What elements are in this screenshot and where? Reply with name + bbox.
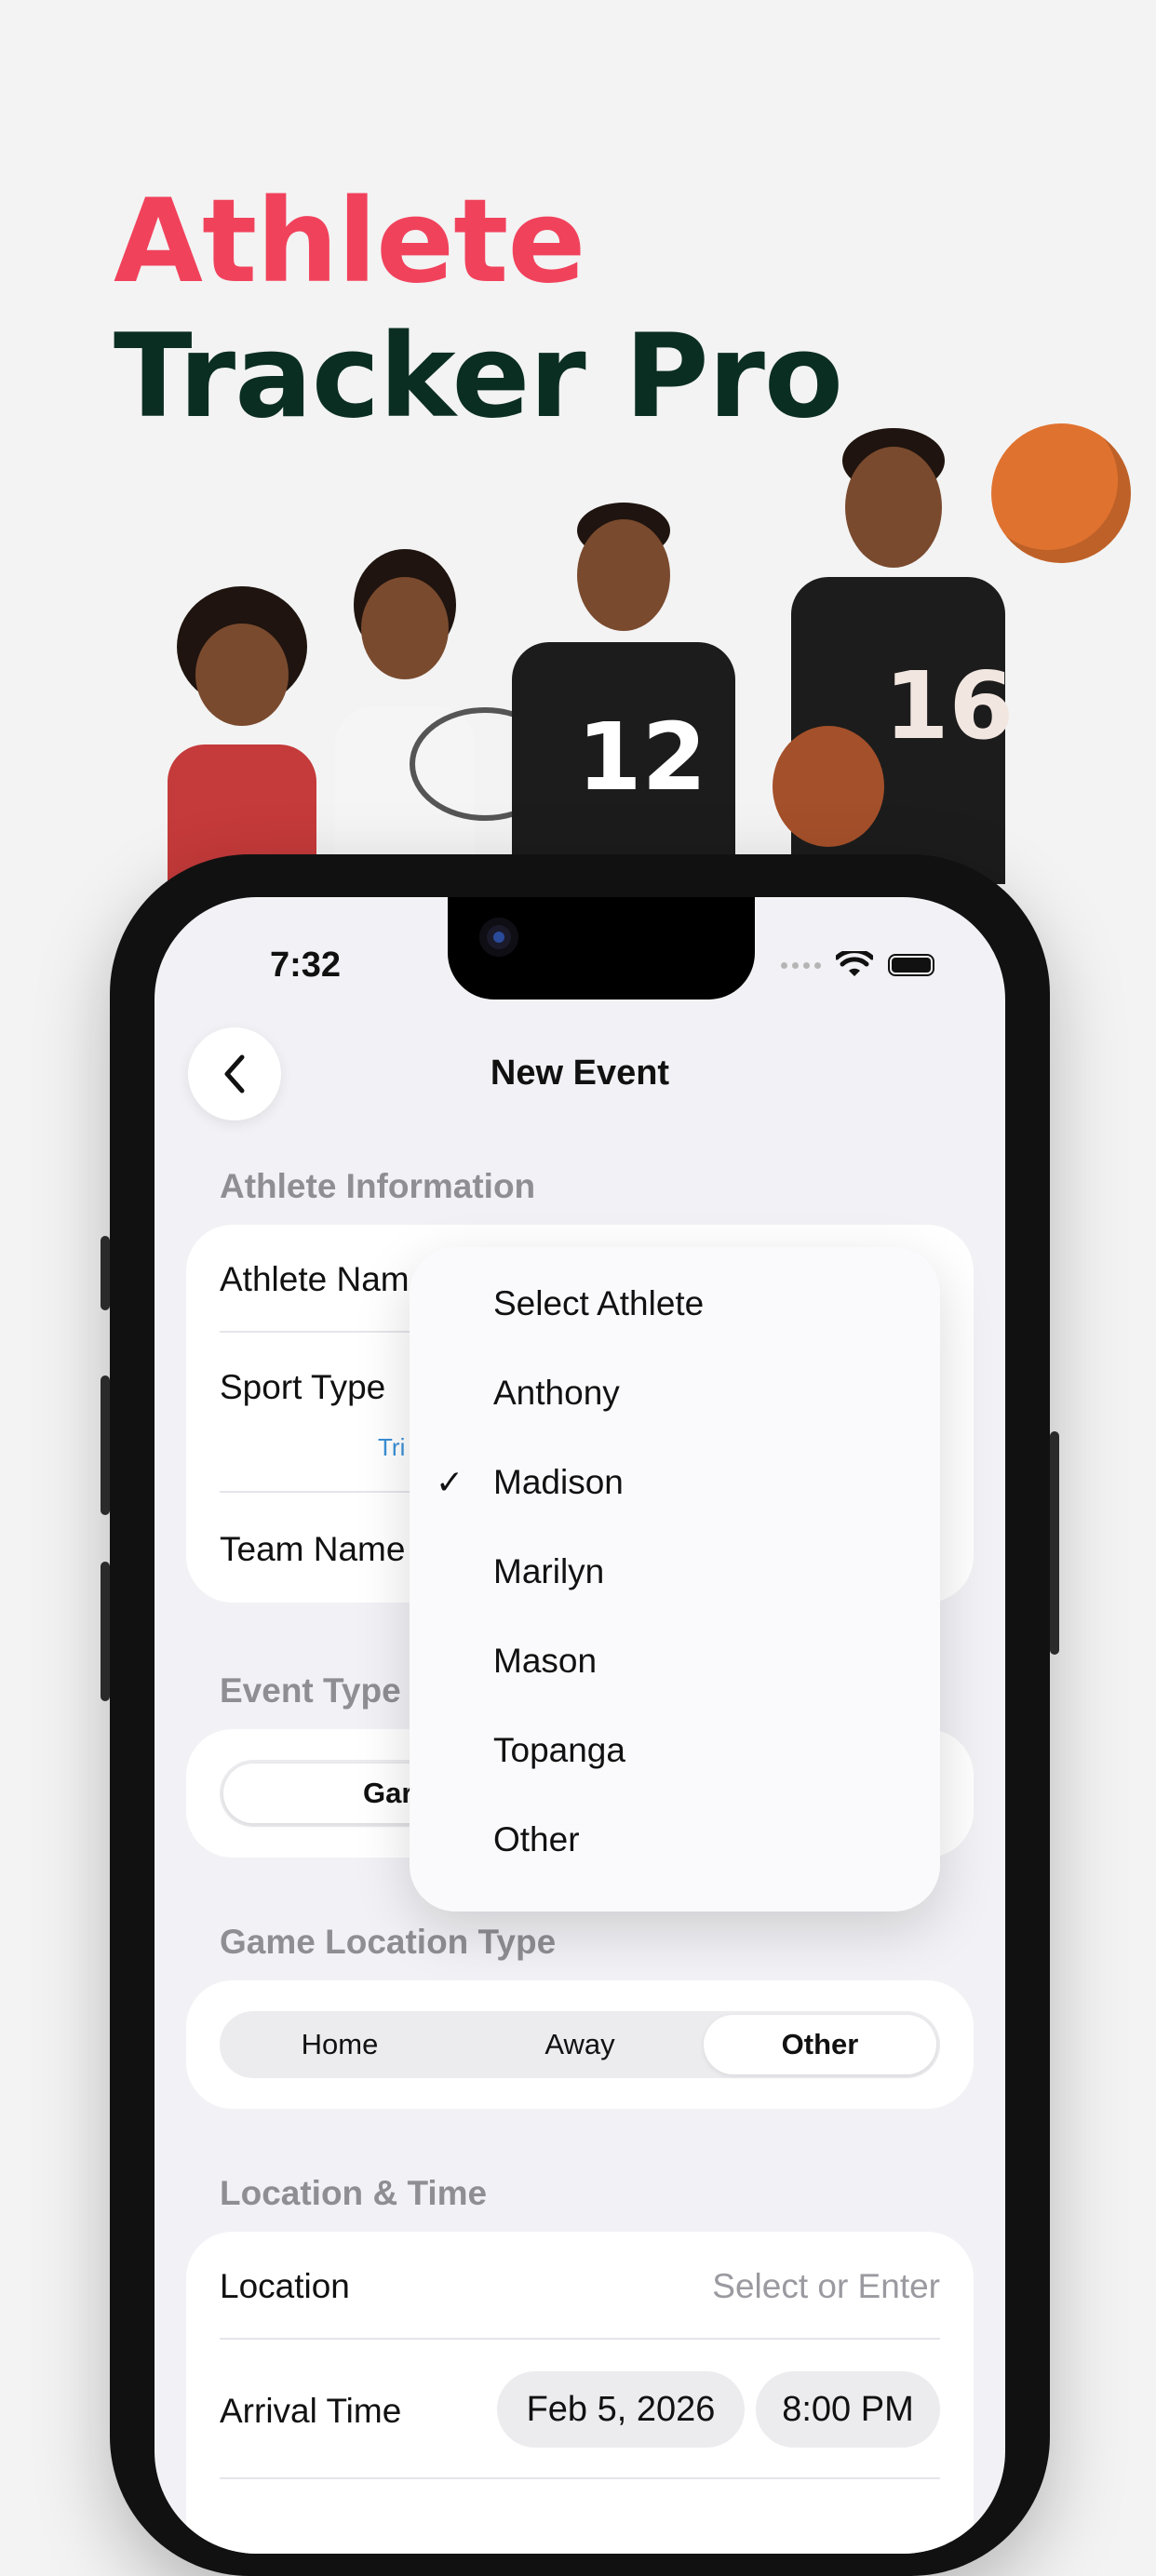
arrival-time-picker[interactable]: 8:00 PM [756,2371,940,2448]
front-camera-icon [479,918,518,957]
dropdown-item-other[interactable]: Other [493,1820,580,1859]
game-location-other[interactable]: Other [704,2015,936,2074]
dropdown-item-select-athlete[interactable]: Select Athlete [493,1284,704,1323]
jersey-number-12: 12 [577,703,707,812]
section-event-type: Event Type [220,1671,401,1710]
athlete-name-label[interactable]: Athlete Nam [220,1260,410,1299]
dropdown-item-anthony[interactable]: Anthony [493,1374,620,1413]
location-input[interactable]: Select or Enter [712,2267,940,2306]
arrival-time-label: Arrival Time [220,2392,402,2430]
section-game-location-type: Game Location Type [220,1923,557,1961]
nav-title: New Event [490,1053,670,1093]
athlete-dropdown-menu: Select Athlete Anthony ✓ Madison Marilyn… [410,1247,940,1912]
sport-type-label[interactable]: Sport Type [220,1368,385,1407]
location-label: Location [220,2267,350,2305]
battery-icon [888,954,934,976]
headline-line-1: Athlete [114,175,586,309]
game-location-away[interactable]: Away [464,2015,696,2074]
notch [448,897,755,1000]
status-icons [781,951,934,979]
dropdown-item-marilyn[interactable]: Marilyn [493,1552,604,1591]
wifi-icon [836,951,873,976]
signal-dots-icon [781,961,821,969]
sport-sub-text: Tri [378,1433,406,1461]
basketball-spinning-icon [991,423,1131,563]
team-name-label[interactable]: Team Name [220,1530,405,1569]
status-time: 7:32 [270,946,342,985]
jersey-number-16: 16 [884,651,1015,760]
dropdown-item-mason[interactable]: Mason [493,1642,597,1681]
game-location-card: Home Away Other [186,1980,974,2109]
checkmark-icon: ✓ [436,1463,464,1501]
athlete-child-1 [158,586,326,884]
dropdown-item-madison[interactable]: Madison [493,1463,624,1502]
athlete-child-2 [316,549,560,884]
dropdown-item-topanga[interactable]: Topanga [493,1731,625,1770]
section-location-time: Location & Time [220,2174,488,2212]
game-location-segmented: Home Away Other [220,2011,940,2078]
section-athlete-information: Athlete Information [220,1167,536,1205]
location-time-card: Location Select or Enter Arrival Time Fe… [186,2232,974,2554]
athlete-child-3: 12 [493,503,754,884]
basketball-held-icon [773,726,884,847]
game-location-home[interactable]: Home [223,2015,456,2074]
arrival-date-picker[interactable]: Feb 5, 2026 [497,2371,745,2448]
athletes-illustration: 12 16 [140,400,1145,884]
